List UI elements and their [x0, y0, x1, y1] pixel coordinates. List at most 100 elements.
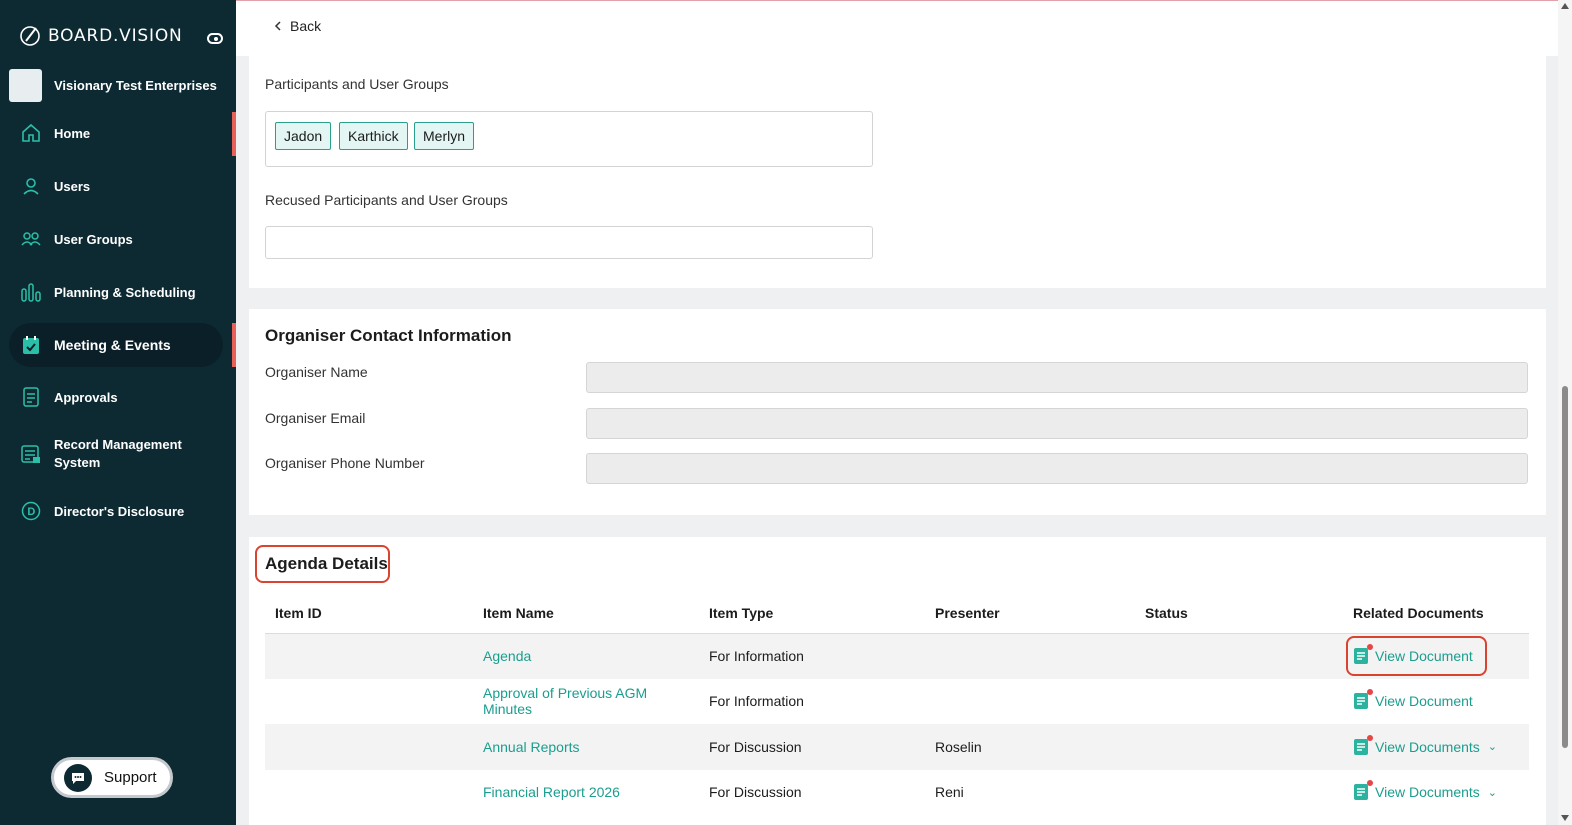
record-icon	[20, 443, 42, 465]
column-header-related-documents: Related Documents	[1343, 593, 1529, 634]
item-type-cell: For Information	[709, 693, 804, 710]
item-name-link[interactable]: Annual Reports	[483, 739, 580, 755]
participants-field[interactable]: Jadon Karthick Merlyn	[265, 111, 873, 167]
organiser-email-label: Organiser Email	[265, 410, 366, 426]
user-icon	[20, 175, 42, 197]
view-document-label: View Document	[1375, 693, 1473, 710]
status-cell	[1135, 633, 1343, 679]
column-header-item-type: Item Type	[699, 593, 925, 634]
org-switcher[interactable]: Visionary Test Enterprises	[9, 69, 217, 102]
sidebar-item-directors-disclosure[interactable]: D Director's Disclosure	[9, 500, 223, 522]
participant-chip[interactable]: Karthick	[339, 122, 408, 150]
bar-chart-icon	[20, 281, 42, 303]
table-row: Agenda For Information View Document	[265, 633, 1529, 679]
view-documents-label: View Documents	[1375, 738, 1480, 755]
back-button[interactable]: Back	[274, 18, 321, 34]
document-icon	[1353, 780, 1373, 801]
organiser-section-title: Organiser Contact Information	[265, 326, 512, 345]
status-cell	[1135, 679, 1343, 725]
view-document-link[interactable]: View Document	[1353, 689, 1529, 710]
agenda-title-highlight	[255, 545, 390, 583]
item-type-cell: For Information	[699, 633, 925, 679]
agenda-table: Item ID Item Name Item Type Presenter St…	[265, 593, 1529, 815]
sidebar-item-record-management[interactable]: Record Management System	[9, 436, 223, 472]
meeting-active-marker	[232, 323, 236, 367]
organiser-name-label: Organiser Name	[265, 364, 368, 380]
sidebar-item-label: Director's Disclosure	[54, 503, 185, 519]
sidebar-item-label: User Groups	[54, 231, 133, 247]
table-row: Financial Report 2026 For Discussion Ren…	[265, 770, 1529, 816]
view-document-highlight	[1346, 636, 1487, 676]
sidebar-item-meeting-events[interactable]: Meeting & Events	[9, 323, 223, 367]
support-button[interactable]: Support	[51, 757, 173, 798]
brand-name: BOARD.VISION	[48, 26, 183, 46]
item-id-cell	[265, 770, 473, 816]
chat-icon	[64, 763, 92, 792]
back-label: Back	[290, 18, 322, 34]
agenda-card: Agenda Details Item ID Item Name Item Ty…	[249, 537, 1546, 825]
presenter-cell	[925, 633, 1135, 679]
organiser-email-field[interactable]	[586, 408, 1528, 439]
sidebar-item-user-groups[interactable]: User Groups	[9, 228, 223, 250]
svg-text:D: D	[27, 506, 35, 518]
item-id-cell	[265, 724, 473, 770]
sidebar-item-users[interactable]: Users	[9, 175, 223, 197]
scroll-up-arrow-icon[interactable]	[1561, 3, 1569, 9]
presenter-cell	[925, 679, 1135, 725]
organiser-card: Organiser Contact Information Organiser …	[249, 309, 1546, 515]
status-cell	[1135, 724, 1343, 770]
recused-label: Recused Participants and User Groups	[265, 192, 508, 208]
table-header-row: Item ID Item Name Item Type Presenter St…	[265, 593, 1529, 634]
participants-card: Participants and User Groups Jadon Karth…	[249, 56, 1546, 288]
scrollbar-thumb[interactable]	[1562, 386, 1568, 748]
sidebar-item-label: Meeting & Events	[54, 337, 171, 353]
organiser-phone-label: Organiser Phone Number	[265, 455, 425, 471]
view-documents-label: View Documents	[1375, 784, 1480, 801]
chevron-left-icon	[274, 18, 282, 34]
sidebar-item-approvals[interactable]: Approvals	[9, 386, 223, 408]
participant-chip[interactable]: Merlyn	[414, 122, 475, 150]
participant-chip[interactable]: Jadon	[275, 122, 332, 150]
column-header-presenter: Presenter	[925, 593, 1135, 634]
sidebar-item-label: Users	[54, 178, 91, 194]
user-group-icon	[20, 228, 42, 250]
sidebar-item-home[interactable]: Home	[9, 122, 223, 144]
chevron-down-icon: ⌄	[1487, 786, 1498, 799]
participants-label: Participants and User Groups	[265, 76, 449, 92]
calendar-check-icon	[20, 334, 42, 356]
organiser-phone-field[interactable]	[586, 453, 1528, 484]
sidebar-item-label: Record Management System	[54, 437, 182, 470]
view-documents-dropdown[interactable]: View Documents ⌄	[1353, 734, 1529, 756]
sidebar-item-label: Planning & Scheduling	[54, 284, 196, 300]
sidebar-item-label: Approvals	[54, 389, 118, 405]
column-header-item-id: Item ID	[265, 593, 473, 634]
board-vision-logo-icon	[20, 26, 40, 46]
presenter-cell: Reni	[935, 784, 964, 801]
sidebar: BOARD.VISION Visionary Test Enterprises …	[0, 0, 236, 825]
presenter-cell: Roselin	[925, 724, 1135, 770]
org-logo	[9, 69, 42, 102]
chevron-down-icon: ⌄	[1487, 741, 1498, 754]
top-bar: Back	[236, 0, 1558, 56]
item-type-cell: For Discussion	[699, 724, 925, 770]
sidebar-item-planning-scheduling[interactable]: Planning & Scheduling	[9, 281, 223, 303]
view-documents-dropdown[interactable]: View Documents ⌄	[1353, 780, 1529, 801]
item-name-link[interactable]: Approval of Previous AGM Minutes	[483, 685, 647, 717]
brand-logo[interactable]: BOARD.VISION	[18, 24, 183, 48]
recused-participants-field[interactable]	[265, 226, 873, 259]
scroll-down-arrow-icon[interactable]	[1561, 815, 1569, 821]
home-icon	[20, 122, 42, 144]
org-name: Visionary Test Enterprises	[54, 78, 217, 93]
document-icon	[1353, 689, 1373, 710]
home-active-marker	[232, 112, 236, 156]
sidebar-item-label: Home	[54, 125, 91, 141]
sidebar-toggle-icon[interactable]	[207, 33, 223, 44]
item-id-cell	[265, 633, 473, 679]
organiser-name-field[interactable]	[586, 362, 1528, 393]
disclosure-icon: D	[20, 500, 42, 522]
document-icon	[1353, 734, 1373, 756]
approvals-icon	[20, 386, 42, 408]
item-name-link[interactable]: Agenda	[483, 648, 531, 664]
item-name-link[interactable]: Financial Report 2026	[483, 784, 620, 800]
status-cell	[1135, 770, 1343, 816]
